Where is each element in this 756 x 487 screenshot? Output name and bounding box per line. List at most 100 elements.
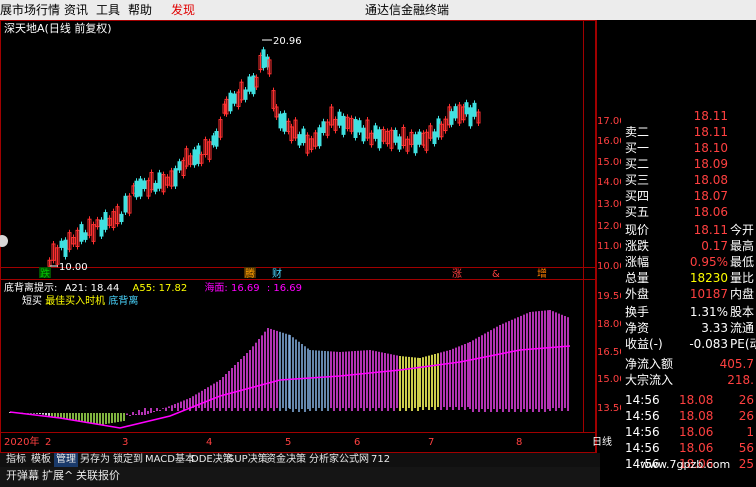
candle-body [317,127,322,147]
event-tag-rise[interactable]: 涨 [452,268,462,280]
menu-market[interactable]: 展市场行情 [0,3,60,17]
flow-row: 净流入额 405.7 [621,356,756,372]
candle-body [79,224,84,242]
fin-row: 换手 1.31% 股本 [621,304,756,320]
tick-volume: 56 [738,441,754,455]
candle-body [99,219,104,237]
tab-sup[interactable]: SUP决策 [228,453,268,467]
candle-body [337,111,342,126]
indicator-bars [9,310,569,425]
candle-body [301,128,306,144]
flow-row: 大宗流入 218. [621,372,756,388]
candle-body [214,131,219,147]
stat-row: 外盘 10187 内盘 [621,286,756,302]
x-tick-period[interactable]: 日线 [592,435,612,448]
event-tag-amp[interactable]: & [492,269,500,280]
tab-dde[interactable]: DDE决策 [191,453,233,467]
candle-body [142,180,147,190]
fin-row: 净资 3.33 流通 [621,320,756,336]
event-tag-finance[interactable]: 财 [272,267,282,280]
tab-lock-to[interactable]: 锁定到 [113,453,143,467]
quote-panel: 18.11 卖二 18.11 买一 18.10 买二 18.09 买三 18.08 买四 18.0… [621,109,756,471]
tab-712[interactable]: 712 [371,453,390,467]
menu-discover[interactable]: 发现 [171,3,195,17]
tick-volume: 26 [738,409,754,423]
candle-body [353,119,358,138]
collapse-handle[interactable] [0,235,8,247]
event-tag-add[interactable]: 增 [537,267,547,280]
menu-help[interactable]: 帮助 [128,3,152,17]
tick-row: 14:56 18.06 56 [621,440,756,456]
stat-value: 0.95% [689,255,728,269]
price-tick: 15.00 [597,157,621,168]
related-quote-button[interactable]: 关联报价 [76,469,120,483]
order-price: 18.09 [693,157,728,171]
menu-tools[interactable]: 工具 [96,3,120,17]
tab-macd[interactable]: MACD基本 [145,453,195,467]
tick-volume: 1 [746,425,754,439]
candle-body [83,232,88,240]
candle-body [472,102,477,117]
order-price: 18.06 [693,205,728,219]
flow-value: 405.7 [719,357,754,371]
candle-body [123,195,128,213]
price-tick: 16.00 [597,136,621,147]
menu-news[interactable]: 资讯 [64,3,88,17]
candle-body [373,125,378,139]
tab-save-as[interactable]: 另存为 [80,453,110,467]
candle-body [192,149,197,166]
candle-body [157,172,162,189]
x-tick: 8 [516,437,522,448]
watermark: www.7gpzb.com [640,458,731,471]
tick-price: 18.08 [679,409,714,423]
event-tag-teng[interactable]: 腾 [245,267,255,280]
tab-fund[interactable]: 资金决策 [266,453,306,467]
fin-aux-label: PE(动) [730,337,756,351]
tab-formula-site[interactable]: 分析家公式网 [309,453,369,467]
tab-indicator[interactable]: 指标 [6,453,26,467]
price-tick: 13.00 [597,199,621,210]
tick-row: 14:56 18.08 26 [621,408,756,424]
high-marker: 20.96 [262,36,302,47]
order-book-row: 买二 18.09 [621,156,756,172]
tab-manage[interactable]: 管理 [54,453,78,467]
stat-aux-label: 量比 [730,271,755,285]
tick-price: 18.06 [679,425,714,439]
candle-body [449,111,454,125]
x-tick: 7 [428,437,434,448]
stock-title: 深天地A(日线 前复权) [4,21,112,35]
stat-label: 涨幅 [625,255,650,269]
ind-tick: 18.00 [597,319,621,330]
candles [47,46,481,270]
stat-aux-label: 最低 [730,255,755,269]
order-label: 买一 [625,141,650,155]
candle-body [232,93,237,104]
stat-aux-label: 最高 [730,239,755,253]
candle-body [357,120,362,133]
bottom-toolbar: 开弹幕 扩展^ 关联报价 [0,467,600,487]
expand-button[interactable]: 扩展^ [42,469,73,483]
event-tag-fall[interactable]: 跌 [40,267,50,280]
kline-chart[interactable]: 深天地A(日线 前复权) 17.00 16.00 15.00 14.00 13.… [0,20,621,453]
order-label: 卖二 [625,125,650,139]
danmaku-button[interactable]: 开弹幕 [6,469,39,483]
candle-body [464,102,469,115]
candle-body [153,182,158,192]
price-tick: 14.00 [597,177,621,188]
ind-tick: 19.50 [597,291,621,302]
price-tick: 17.00 [597,116,621,127]
candle-body [177,161,182,171]
stat-value: 18230 [689,271,728,285]
indicator-a55: A55: 17.82 [133,283,188,294]
stat-label: 外盘 [625,287,650,301]
fin-label: 换手 [625,305,650,319]
stat-aux-label: 内盘 [730,287,755,301]
fin-aux-label: 流通 [730,321,755,335]
stat-label: 涨跌 [625,239,650,253]
tab-template[interactable]: 模板 [31,453,51,467]
x-tick: 2 [45,437,51,448]
x-tick: 6 [354,437,360,448]
order-book-row: 卖二 18.11 [621,124,756,140]
order-label: 买五 [625,205,650,219]
flow-label: 大宗流入 [625,373,674,387]
